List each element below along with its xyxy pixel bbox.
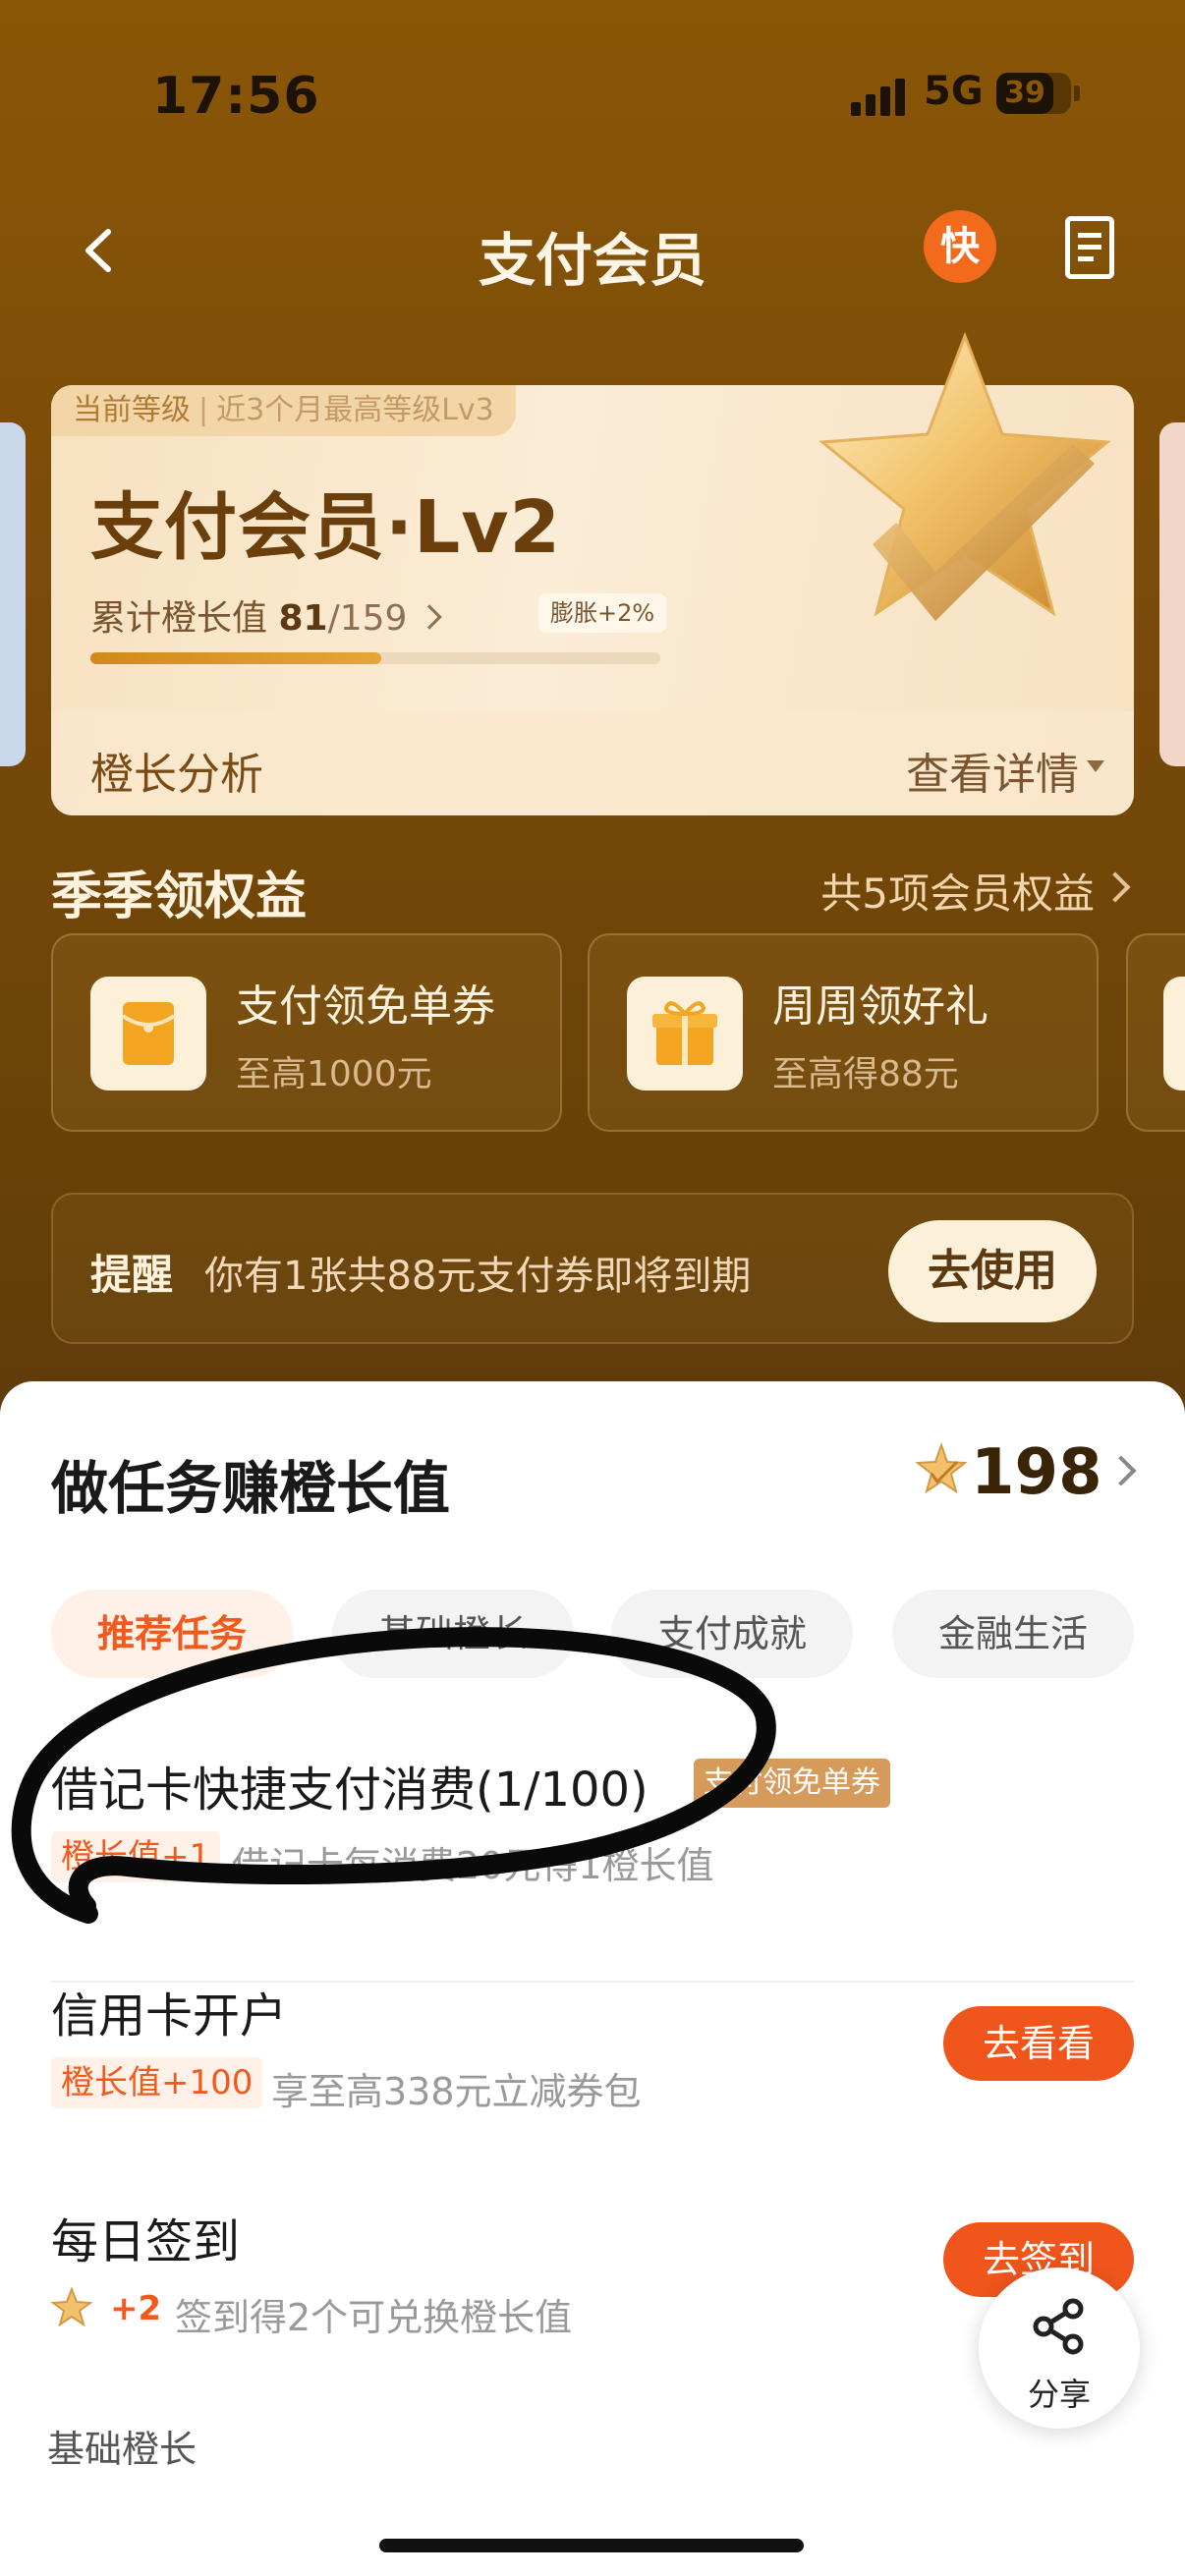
task-item[interactable]: 借记卡快捷支付消费(1/100) 支付领免单券 橙长值+1 借记卡每消费20元得… [51, 1751, 1134, 1898]
battery-tip [1074, 85, 1080, 101]
status-time: 17:56 [152, 67, 320, 126]
star-points-icon [915, 1442, 968, 1494]
share-label: 分享 [1027, 2376, 1091, 2413]
member-level-title: 支付会员·Lv2 [90, 485, 561, 570]
status-bar: 17:56 5G 39 [0, 0, 1185, 196]
task-reward-badge: +2 [110, 2289, 162, 2328]
tab-recommended[interactable]: 推荐任务 [51, 1590, 293, 1678]
tab-achievements[interactable]: 支付成就 [611, 1590, 853, 1678]
view-detail-link[interactable]: 查看详情 [906, 739, 1079, 802]
current-level-label: 当前等级 [73, 393, 191, 427]
task-title: 借记卡快捷支付消费(1/100) [51, 1763, 649, 1818]
gift-icon [627, 977, 743, 1091]
benefit-sub: 至高1000元 [236, 1054, 432, 1094]
signal-icon [851, 77, 906, 116]
task-title: 每日签到 [51, 2214, 241, 2269]
battery-level: 39 [996, 73, 1053, 114]
share-icon [1033, 2298, 1084, 2355]
task-item[interactable]: 信用卡开户 橙长值+100 享至高338元立减券包 去看看 [51, 1977, 1134, 2124]
member-level-card[interactable]: 当前等级 | 近3个月最高等级Lv3 支付会员·Lv2 累计橙长值 81/159 膨… [51, 331, 1134, 815]
benefit-card-more[interactable] [1126, 933, 1185, 1132]
benefit-name: 支付领免单券 [236, 981, 495, 1032]
task-reward-badge: 橙长值+100 [51, 2057, 263, 2108]
star-medal-icon [818, 331, 1111, 621]
nav-bar: 支付会员 快 [0, 196, 1185, 305]
share-button[interactable]: 分享 [979, 2268, 1140, 2429]
records-icon[interactable] [1065, 216, 1114, 279]
growth-total: /159 [327, 598, 408, 639]
task-item[interactable]: 每日签到 +2 签到得2个可兑换橙长值 去签到 [51, 2203, 1134, 2350]
points-value: 198 [971, 1436, 1102, 1509]
growth-progress-fill [90, 652, 381, 664]
benefit-card-gift[interactable]: 周周领好礼 至高得88元 [588, 933, 1099, 1132]
section-divider [51, 1981, 1134, 1983]
caret-down-icon [1087, 760, 1104, 772]
task-desc: 享至高338元立减券包 [271, 2070, 642, 2113]
growth-label: 累计橙长值 [90, 598, 268, 639]
benefit-icon-partial [1163, 977, 1185, 1091]
benefits-header: 季季领权益 共5项会员权益 [51, 855, 1134, 926]
growth-analysis-bar[interactable]: 橙长分析 查看详情 [51, 711, 1134, 815]
kuai-badge-icon[interactable]: 快 [924, 210, 996, 283]
tasks-title: 做任务赚橙长值 [51, 1455, 451, 1522]
network-type: 5G [924, 69, 984, 114]
home-indicator[interactable] [379, 2539, 804, 2552]
benefit-name: 周周领好礼 [772, 981, 988, 1032]
page-title: 支付会员 [478, 227, 706, 294]
star-points-icon [51, 2287, 92, 2327]
battery-icon: 39 [996, 73, 1071, 114]
growth-current: 81 [278, 598, 328, 639]
benefit-sub: 至高得88元 [772, 1054, 959, 1094]
growth-progress-bar [90, 652, 660, 664]
chevron-right-icon [1100, 871, 1131, 903]
prev-level-card[interactable] [0, 422, 26, 766]
use-coupon-button[interactable]: 去使用 [888, 1220, 1097, 1322]
task-reward-badge: 橙长值+1 [51, 1831, 221, 1882]
growth-analysis-label: 橙长分析 [90, 750, 263, 800]
expand-badge: 膨胀+2% [538, 593, 667, 633]
task-tag: 支付领免单券 [694, 1759, 890, 1808]
task-desc: 签到得2个可兑换橙长值 [175, 2296, 573, 2339]
reminder-label: 提醒 [90, 1251, 174, 1299]
task-title: 信用卡开户 [51, 1988, 288, 2044]
basic-growth-section-label: 基础橙长 [47, 2428, 198, 2471]
chevron-right-icon [1105, 1455, 1137, 1486]
envelope-icon [90, 977, 206, 1091]
view-credit-card-button[interactable]: 去看看 [943, 2006, 1134, 2081]
next-level-card[interactable] [1159, 422, 1185, 766]
benefit-card-coupon[interactable]: 支付领免单券 至高1000元 [51, 933, 562, 1132]
tab-basic[interactable]: 基础橙长 [332, 1590, 574, 1678]
all-benefits-link[interactable]: 共5项会员权益 [820, 861, 1095, 921]
chevron-right-icon [417, 604, 443, 630]
reminder-text: 你有1张共88元支付券即将到期 [204, 1254, 752, 1299]
coupon-reminder: 提醒 你有1张共88元支付券即将到期 去使用 [51, 1193, 1134, 1344]
level-tag: 当前等级 | 近3个月最高等级Lv3 [51, 385, 516, 436]
benefits-title: 季季领权益 [51, 868, 308, 926]
task-desc: 借记卡每消费20元得1橙长值 [232, 1844, 714, 1887]
growth-value-link[interactable]: 累计橙长值 81/159 [90, 589, 443, 641]
tab-finance[interactable]: 金融生活 [892, 1590, 1134, 1678]
level-history: 近3个月最高等级Lv3 [216, 393, 494, 427]
